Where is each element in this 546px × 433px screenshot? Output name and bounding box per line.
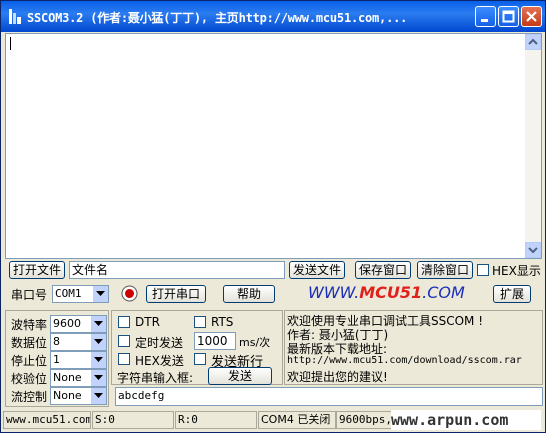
status-sent-count: S:0 <box>92 411 174 429</box>
brand-prefix: WWW. <box>308 283 360 302</box>
stop-bits-dropdown-button[interactable] <box>91 352 106 368</box>
flow-control-select[interactable]: None <box>50 387 107 405</box>
chevron-down-icon <box>96 291 105 296</box>
timed-send-label: 定时发送 <box>135 336 184 350</box>
info-feedback: 欢迎提出您的建议! <box>287 370 388 384</box>
send-text-input[interactable]: abcdefg <box>115 387 543 406</box>
baud-label: 波特率 <box>11 318 48 332</box>
timed-send-checkbox[interactable] <box>118 335 130 347</box>
port-label: 串口号 <box>11 288 48 302</box>
port-select[interactable]: COM1 <box>52 285 109 303</box>
flow-control-label: 流控制 <box>11 390 48 404</box>
status-site: www.mcu51.com <box>3 411 91 429</box>
chevron-down-icon <box>94 339 103 344</box>
open-port-button[interactable]: 打开串口 <box>146 285 206 303</box>
parity-label: 校验位 <box>11 372 48 386</box>
scroll-down-button[interactable] <box>525 242 541 258</box>
chevron-down-icon <box>528 247 538 254</box>
chevron-up-icon <box>528 38 538 45</box>
status-port-state: COM4 已关闭 <box>258 411 336 429</box>
title-bar[interactable]: SSCOM3.2 (作者:聂小猛(丁丁), 主页http://www.mcu51… <box>1 1 545 32</box>
watermark-text: www.arpun.com <box>391 410 541 430</box>
data-bits-select[interactable]: 8 <box>50 333 107 351</box>
chevron-down-icon <box>94 357 103 362</box>
stop-bits-select[interactable]: 1 <box>50 351 107 369</box>
vertical-scrollbar[interactable] <box>525 34 541 258</box>
baud-value: 9600 <box>53 317 81 330</box>
rts-label: RTS <box>211 315 234 329</box>
chevron-down-icon <box>94 375 103 380</box>
main-window: SSCOM3.2 (作者:聂小猛(丁丁), 主页http://www.mcu51… <box>0 0 546 433</box>
send-file-button[interactable]: 发送文件 <box>289 261 345 279</box>
dtr-checkbox[interactable] <box>118 316 130 328</box>
chevron-down-icon <box>94 393 103 398</box>
send-interval-input[interactable]: 1000 <box>194 332 236 350</box>
window-title: SSCOM3.2 (作者:聂小猛(丁丁), 主页http://www.mcu51… <box>27 11 408 25</box>
maximize-icon <box>502 10 515 23</box>
minimize-button[interactable] <box>475 6 496 27</box>
scroll-up-button[interactable] <box>525 34 541 50</box>
hex-display-label: HEX显示 <box>492 264 541 278</box>
brand-link[interactable]: WWW.MCU51.COM <box>308 283 465 302</box>
hex-send-checkbox[interactable] <box>118 353 130 365</box>
data-bits-value: 8 <box>53 335 60 348</box>
close-button[interactable] <box>521 6 542 27</box>
dtr-label: DTR <box>135 315 160 329</box>
expand-button[interactable]: 扩展 <box>493 285 531 303</box>
baud-select[interactable]: 9600 <box>50 315 107 333</box>
minimize-icon <box>481 19 488 22</box>
port-dropdown-button[interactable] <box>93 286 108 302</box>
receive-textarea[interactable] <box>5 33 542 259</box>
hex-send-label: HEX发送 <box>135 354 184 368</box>
data-bits-dropdown-button[interactable] <box>91 334 106 350</box>
brand-suffix: .COM <box>422 283 465 302</box>
status-received-count: R:0 <box>175 411 257 429</box>
brand-mid: MCU51 <box>359 283 423 302</box>
info-download-url[interactable]: http://www.mcu51.com/download/sscom.rar <box>287 355 522 366</box>
flow-control-dropdown-button[interactable] <box>91 388 106 404</box>
file-name-input[interactable]: 文件名 <box>69 261 285 279</box>
input-box-label: 字符串输入框: <box>117 371 194 385</box>
help-button[interactable]: 帮助 <box>223 285 275 303</box>
text-caret <box>10 37 11 50</box>
open-file-button[interactable]: 打开文件 <box>9 261 65 279</box>
stop-bits-label: 停止位 <box>11 354 48 368</box>
data-bits-label: 数据位 <box>11 336 48 350</box>
flow-control-value: None <box>53 389 82 402</box>
parity-select[interactable]: None <box>50 369 107 387</box>
port-status-led-icon <box>121 285 138 302</box>
hex-display-checkbox[interactable] <box>477 264 489 276</box>
port-value: COM1 <box>55 287 82 300</box>
rts-checkbox[interactable] <box>194 316 206 328</box>
close-icon <box>526 11 537 22</box>
parity-value: None <box>53 371 82 384</box>
chevron-down-icon <box>94 321 103 326</box>
baud-dropdown-button[interactable] <box>91 316 106 332</box>
send-newline-checkbox[interactable] <box>194 353 206 365</box>
maximize-button[interactable] <box>498 6 519 27</box>
send-button[interactable]: 发送 <box>208 367 272 385</box>
save-window-button[interactable]: 保存窗口 <box>355 261 411 279</box>
parity-dropdown-button[interactable] <box>91 370 106 386</box>
stop-bits-value: 1 <box>53 353 60 366</box>
clear-window-button[interactable]: 清除窗口 <box>417 261 473 279</box>
app-icon <box>9 9 21 24</box>
interval-unit-label: ms/次 <box>239 336 271 349</box>
